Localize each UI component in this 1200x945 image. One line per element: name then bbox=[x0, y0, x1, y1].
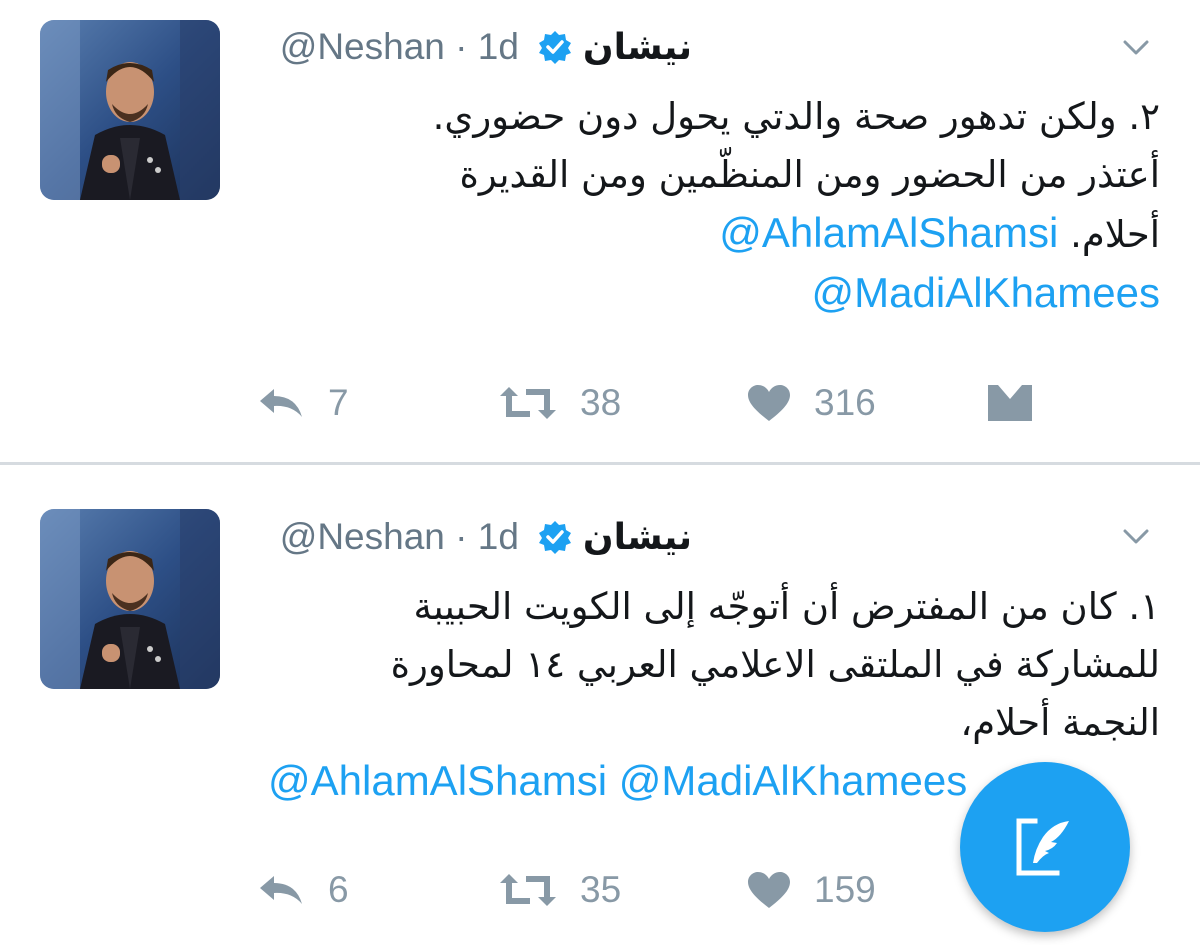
tweet-actions: 6 35 159 bbox=[250, 865, 1050, 915]
compose-tweet-button[interactable] bbox=[960, 762, 1130, 932]
like-button[interactable]: 316 bbox=[746, 378, 876, 428]
retweet-count: 38 bbox=[580, 382, 622, 423]
retweet-button[interactable]: 38 bbox=[498, 378, 621, 428]
display-name[interactable]: نيشان bbox=[583, 517, 692, 558]
handle-timestamp[interactable]: @Neshan · 1d bbox=[280, 26, 519, 68]
chevron-down-icon[interactable] bbox=[1118, 519, 1154, 555]
mention-link[interactable]: @AhlamAlShamsi bbox=[719, 209, 1058, 256]
heart-icon bbox=[748, 872, 790, 908]
direct-message-button[interactable] bbox=[986, 378, 1056, 428]
direct-message-icon bbox=[988, 385, 1032, 421]
timeline: نيشان @Neshan · 1d ٢. ولكن تدهور صحة وال… bbox=[0, 0, 1200, 945]
reply-icon bbox=[260, 389, 302, 417]
tweet[interactable]: نيشان @Neshan · 1d ٢. ولكن تدهور صحة وال… bbox=[0, 0, 1200, 462]
retweet-button[interactable]: 35 bbox=[498, 865, 621, 915]
tweet-text-fragment: أحلام. bbox=[1070, 213, 1160, 256]
like-button[interactable]: 159 bbox=[746, 865, 876, 915]
display-name[interactable]: نيشان bbox=[583, 27, 692, 68]
avatar[interactable] bbox=[40, 509, 220, 689]
reply-count: 7 bbox=[328, 382, 349, 423]
mention-link[interactable]: @MadiAlKhamees bbox=[812, 269, 1160, 316]
tweet-text-line: للمشاركة في الملتقى الاعلامي العربي ١٤ ل… bbox=[390, 643, 1160, 686]
reply-button[interactable]: 6 bbox=[256, 865, 349, 915]
reply-count: 6 bbox=[328, 869, 349, 910]
tweet-header: نيشان @Neshan · 1d bbox=[250, 512, 700, 562]
tweet-text-line: ١. كان من المفترض أن أتوجّه إلى الكويت ا… bbox=[413, 585, 1161, 628]
mentions-line: @MadiAlKhamees bbox=[262, 264, 1160, 324]
chevron-down-icon[interactable] bbox=[1118, 30, 1154, 66]
handle-timestamp[interactable]: @Neshan · 1d bbox=[280, 516, 519, 558]
verified-badge-icon bbox=[537, 29, 573, 65]
reply-icon bbox=[260, 876, 302, 904]
tweet-header: نيشان @Neshan · 1d bbox=[250, 22, 700, 72]
tweet-actions: 7 38 316 bbox=[250, 378, 1050, 428]
avatar-photo bbox=[40, 20, 220, 200]
retweet-icon bbox=[500, 874, 556, 906]
tweet-text-line: ٢. ولكن تدهور صحة والدتي يحول دون حضوري. bbox=[432, 95, 1160, 138]
compose-tweet-icon bbox=[1016, 818, 1069, 876]
like-count: 316 bbox=[814, 382, 876, 423]
tweet-text-line: أحلام. @AhlamAlShamsi bbox=[262, 204, 1160, 264]
retweet-icon bbox=[500, 387, 556, 419]
avatar[interactable] bbox=[40, 20, 220, 200]
mention-link[interactable]: @AhlamAlShamsi @MadiAlKhamees bbox=[268, 757, 967, 804]
like-count: 159 bbox=[814, 869, 876, 910]
heart-icon bbox=[748, 385, 790, 421]
tweet-text-line: النجمة أحلام، bbox=[960, 701, 1160, 744]
retweet-count: 35 bbox=[580, 869, 622, 910]
tweet-text-line: أعتذر من الحضور ومن المنظّمين ومن القدير… bbox=[459, 153, 1160, 196]
avatar-photo bbox=[40, 509, 220, 689]
verified-badge-icon bbox=[537, 519, 573, 555]
reply-button[interactable]: 7 bbox=[256, 378, 349, 428]
tweet-text: ٢. ولكن تدهور صحة والدتي يحول دون حضوري.… bbox=[262, 88, 1160, 324]
